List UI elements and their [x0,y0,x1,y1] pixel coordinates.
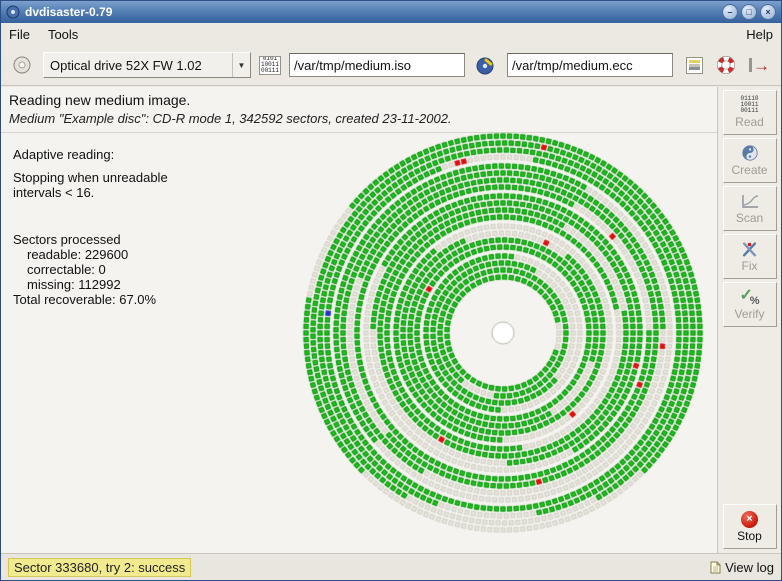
status-message: Sector 333680, try 2: success [8,558,191,577]
log-page-icon [710,561,721,574]
sectors-readable: readable: 229600 [13,247,243,262]
stopping-condition-line1: Stopping when unreadable [13,170,243,185]
quit-door-icon [749,58,752,72]
settings-icon [686,57,703,74]
minimize-button[interactable]: – [722,4,738,20]
read-button[interactable]: 01110 10011 00111 Read [723,90,777,135]
chevron-down-icon: ▼ [232,53,250,77]
menubar: File Tools Help [1,23,781,45]
percent-icon: % [750,295,760,307]
view-log-label: View log [725,560,774,575]
fix-label: Fix [742,259,758,273]
fix-icon [740,240,759,258]
scan-button[interactable]: Scan [723,186,777,231]
stop-label: Stop [737,529,762,543]
fix-button[interactable]: Fix [723,234,777,279]
image-file-icon-row: 00111 [261,68,279,74]
view-log-button[interactable]: View log [710,560,774,575]
scan-label: Scan [736,211,763,225]
menu-file[interactable]: File [9,27,30,42]
sectors-processed-title: Sectors processed [13,232,243,247]
app-window: dvdisaster-0.79 – □ × File Tools Help Op… [0,0,782,581]
reading-info: Adaptive reading: Stopping when unreadab… [13,147,243,307]
stopping-condition-line2: intervals < 16. [13,185,243,200]
window-title: dvdisaster-0.79 [25,5,112,19]
lifebuoy-icon [716,55,736,75]
menu-tools[interactable]: Tools [48,27,78,42]
verify-label: Verify [734,307,764,321]
total-recoverable: Total recoverable: 67.0% [13,292,243,307]
drive-button[interactable] [9,52,35,78]
sectors-missing: missing: 112992 [13,277,243,292]
action-sidebar: 01110 10011 00111 Read Create [717,87,781,553]
toolbar: Optical drive 52X FW 1.02 ▼ 0101 10011 0… [1,45,781,86]
adaptive-reading-title: Adaptive reading: [13,147,243,162]
read-icon: 01110 10011 00111 [740,96,758,114]
sectors-correctable: correctable: 0 [13,262,243,277]
ecc-file-icon [473,53,499,78]
main-panel: Reading new medium image. Medium "Exampl… [1,87,717,553]
quit-arrow-icon: → [753,57,770,74]
statusbar: Sector 333680, try 2: success View log [1,553,781,580]
ecc-path-input[interactable] [507,53,673,77]
drive-select-value: Optical drive 52X FW 1.02 [44,58,232,73]
disc-visualization [295,125,711,541]
window-titlebar[interactable]: dvdisaster-0.79 – □ × [1,1,781,23]
iso-path-input[interactable] [289,53,465,77]
stop-button[interactable]: × Stop [723,504,777,549]
settings-button[interactable] [683,54,706,77]
maximize-button[interactable]: □ [741,4,757,20]
drive-select[interactable]: Optical drive 52X FW 1.02 ▼ [43,52,251,78]
image-file-icon: 0101 10011 00111 [259,56,281,75]
status-line-primary: Reading new medium image. [9,92,709,108]
disc-icon [12,55,32,75]
help-button[interactable] [713,52,739,78]
app-icon [6,5,20,19]
create-icon [741,144,759,162]
quit-button[interactable]: → [746,54,773,77]
status-line-medium-info: Medium "Example disc": CD-R mode 1, 3425… [9,111,709,126]
menu-help[interactable]: Help [746,27,773,42]
content-area: Reading new medium image. Medium "Exampl… [1,87,781,553]
create-label: Create [731,163,767,177]
scan-icon [740,193,760,210]
read-icon-row: 00111 [740,108,758,114]
stop-icon: × [741,511,758,528]
create-button[interactable]: Create [723,138,777,183]
verify-icon: ✓ % [740,288,760,306]
close-button[interactable]: × [760,4,776,20]
read-label: Read [735,115,764,129]
verify-button[interactable]: ✓ % Verify [723,282,777,327]
